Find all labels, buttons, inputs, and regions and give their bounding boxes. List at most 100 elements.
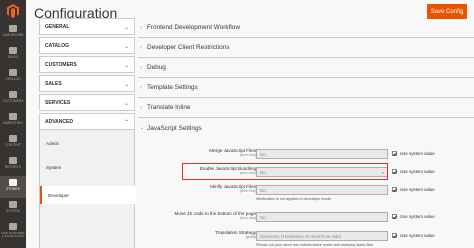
tab-services[interactable]: SERVICES ⌄ (39, 94, 135, 111)
chevron-up-icon: ⌃ (123, 120, 129, 126)
chevron-down-icon: ⌄ (140, 125, 145, 131)
nav-label: REPORTS (4, 165, 22, 169)
nav-label: MARKETING (3, 121, 23, 125)
nav-stores[interactable]: STORES (0, 176, 26, 198)
nav-system[interactable]: SYSTEM (0, 198, 26, 220)
chevron-right-icon: › (140, 45, 142, 51)
section-title: Frontend Development Workflow (147, 24, 240, 31)
move-js-select[interactable]: No (256, 212, 388, 222)
subtab-system[interactable]: System (40, 158, 136, 176)
tab-label: SERVICES (45, 99, 71, 106)
tab-customers[interactable]: CUSTOMERS ⌄ (39, 56, 135, 73)
nav-sales[interactable]: SALES (0, 44, 26, 66)
select-value: Dictionary (Translation on Storefront si… (260, 233, 342, 239)
checkbox-icon[interactable] (392, 187, 397, 192)
bundling-highlight-box (182, 163, 388, 180)
tab-advanced[interactable]: ADVANCED ⌃ (39, 113, 135, 130)
tab-general[interactable]: GENERAL ⌄ (39, 18, 135, 35)
move-js-label: Move JS code to the bottom of the page [s… (138, 211, 256, 220)
config-panel: › Frontend Development Workflow › Develope… (138, 18, 474, 248)
cube-icon (9, 69, 17, 76)
nav-label: SYSTEM (6, 209, 20, 213)
checkbox-label: Use system value (400, 187, 435, 192)
section-title: JavaScript Settings (147, 124, 202, 132)
checkbox-label: Use system value (400, 233, 435, 238)
section-debug[interactable]: › Debug (138, 58, 474, 78)
dollar-icon (9, 47, 17, 54)
select-value: No (260, 214, 266, 220)
chevron-right-icon: › (140, 25, 142, 31)
translation-use-system[interactable]: Use system value (392, 233, 435, 238)
section-title: Translate Inline (147, 104, 191, 111)
section-client-restrictions[interactable]: › Developer Client Restrictions (138, 38, 474, 58)
section-template-settings[interactable]: › Template Settings (138, 78, 474, 98)
section-frontend-workflow[interactable]: › Frontend Development Workflow (138, 18, 474, 38)
subtab-admin[interactable]: Admin (40, 134, 136, 152)
tab-label: CATALOG (45, 42, 69, 49)
nav-catalog[interactable]: CATALOG (0, 66, 26, 88)
save-config-button[interactable]: Save Config (427, 4, 467, 19)
magento-logo-icon (7, 4, 19, 18)
select-value: No (260, 151, 266, 157)
subtab-developer[interactable]: Developer (40, 186, 136, 204)
nav-content[interactable]: CONTENT (0, 132, 26, 154)
chevron-right-icon: › (140, 65, 142, 71)
section-title: Debug (147, 64, 166, 71)
gear-icon (9, 201, 17, 208)
section-javascript-settings[interactable]: ⌄ JavaScript Settings (138, 118, 474, 138)
section-title: Developer Client Restrictions (147, 44, 230, 51)
nav-marketing[interactable]: MARKETING (0, 110, 26, 132)
nav-label: CATALOG (5, 77, 21, 81)
tab-label: ADVANCED (45, 118, 73, 125)
chevron-right-icon: › (140, 105, 142, 111)
merge-js-use-system[interactable]: Use system value (392, 151, 435, 156)
checkbox-icon[interactable] (392, 214, 397, 219)
magento-logo[interactable] (0, 0, 26, 22)
tab-label: GENERAL (45, 23, 70, 30)
scope-text: [store view] (239, 215, 256, 220)
checkbox-label: Use system value (400, 169, 435, 174)
translation-label: Translation Strategy [global] (138, 230, 256, 239)
minify-js-use-system[interactable]: Use system value (392, 187, 435, 192)
checkbox-label: Use system value (400, 151, 435, 156)
checkbox-label: Use system value (400, 214, 435, 219)
checkbox-icon[interactable] (392, 169, 397, 174)
merge-js-select[interactable]: No (256, 149, 388, 159)
tab-catalog[interactable]: CATALOG ⌄ (39, 37, 135, 54)
nav-label: CONTENT (4, 143, 22, 147)
scope-text: [store view] (239, 152, 256, 157)
admin-sidebar: DASHBOARD SALES CATALOG CUSTOMERS MARKET… (0, 0, 26, 248)
chart-icon (9, 157, 17, 164)
tab-label: SALES (45, 80, 62, 87)
dashboard-icon (9, 25, 17, 32)
section-translate-inline[interactable]: › Translate Inline (138, 98, 474, 118)
section-title: Template Settings (147, 84, 198, 91)
puzzle-icon (9, 223, 17, 230)
tab-sales[interactable]: SALES ⌄ (39, 75, 135, 92)
move-js-use-system[interactable]: Use system value (392, 214, 435, 219)
nav-customers[interactable]: CUSTOMERS (0, 88, 26, 110)
nav-label: FIND PARTNERS & EXTENSIONS (1, 231, 25, 239)
bundling-use-system[interactable]: Use system value (392, 169, 435, 174)
scope-text: [store view] (239, 188, 256, 193)
user-icon (9, 91, 17, 98)
translation-note: Please put your store into maintenance m… (256, 243, 374, 247)
chevron-down-icon: ⌄ (123, 63, 129, 69)
checkbox-icon[interactable] (392, 233, 397, 238)
nav-label: CUSTOMERS (2, 99, 24, 103)
chevron-down-icon: ⌄ (123, 82, 129, 88)
megaphone-icon (9, 113, 17, 120)
checkbox-icon[interactable] (392, 151, 397, 156)
config-tabs: GENERAL ⌄ CATALOG ⌄ CUSTOMERS ⌄ SALES ⌄ SERV… (39, 18, 136, 248)
nav-reports[interactable]: REPORTS (0, 154, 26, 176)
nav-partners[interactable]: FIND PARTNERS & EXTENSIONS (0, 220, 26, 248)
nav-dashboard[interactable]: DASHBOARD (0, 22, 26, 44)
chevron-down-icon: ⌄ (123, 25, 129, 31)
minify-js-select[interactable]: No (256, 185, 388, 195)
minify-js-label: Minify JavaScript Files [store view] (138, 184, 256, 193)
nav-label: STORES (6, 187, 20, 191)
nav-label: SALES (7, 55, 19, 59)
translation-select[interactable]: Dictionary (Translation on Storefront si… (256, 231, 388, 241)
tab-label: CUSTOMERS (45, 61, 77, 68)
select-value: No (260, 187, 266, 193)
